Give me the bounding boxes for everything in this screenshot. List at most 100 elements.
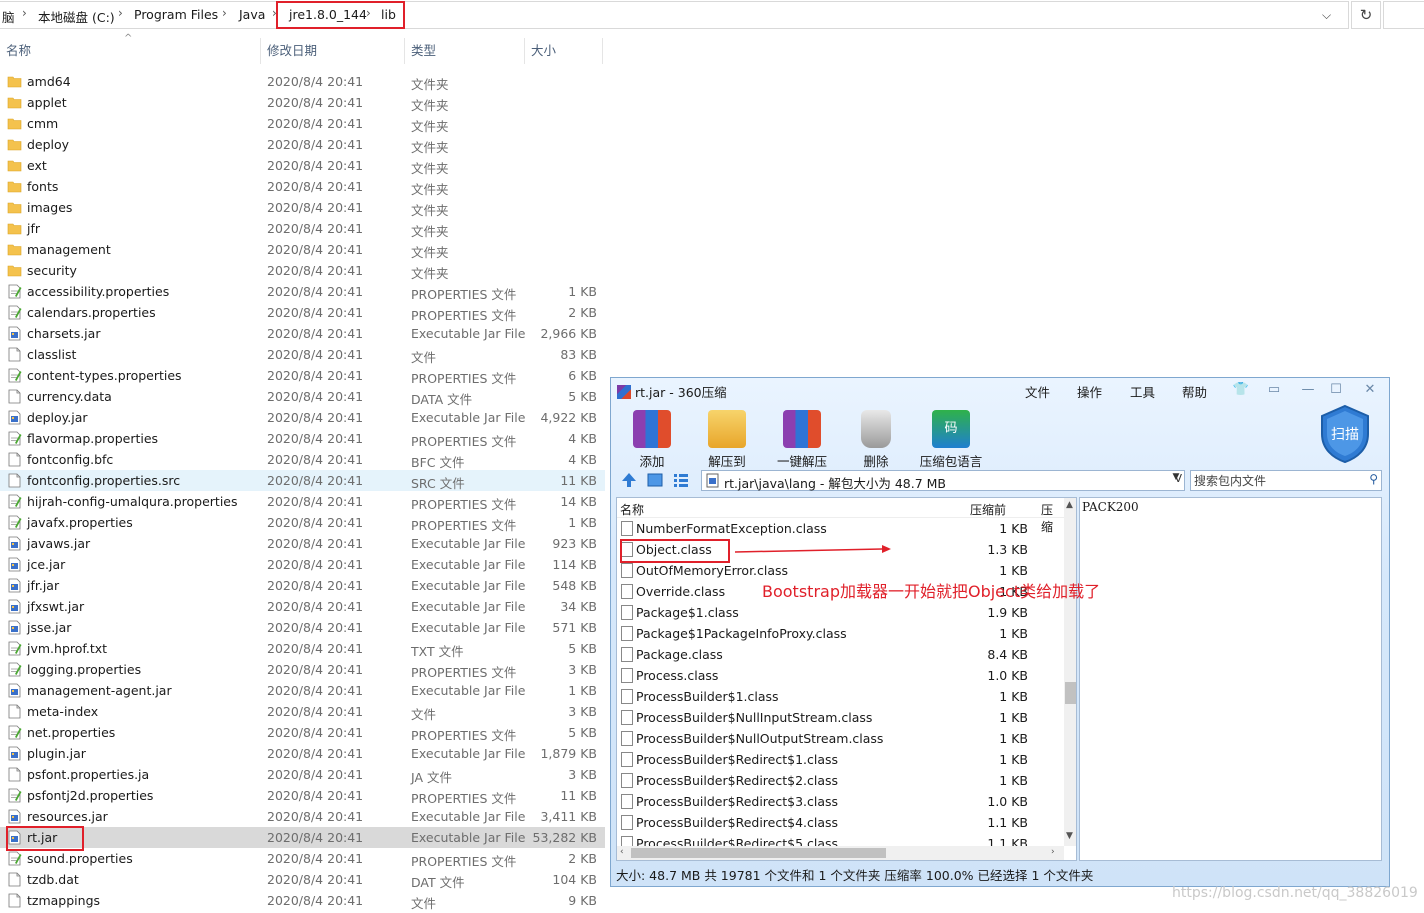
toolbar-add-button[interactable]: 添加 xyxy=(617,410,687,470)
column-divider[interactable] xyxy=(524,38,525,64)
toolbar-archive-language-button[interactable]: 码 压缩包语言 xyxy=(916,410,986,470)
file-row[interactable]: content-types.properties 2020/8/4 20:41 PR… xyxy=(0,365,605,386)
archive-row[interactable]: Package.class 8.4 KB xyxy=(617,644,1064,665)
file-row[interactable]: resources.jar 2020/8/4 20:41 Executable Ja… xyxy=(0,806,605,827)
scroll-left-icon[interactable]: ‹ xyxy=(620,847,624,857)
file-row[interactable]: jfr 2020/8/4 20:41 文件夹 xyxy=(0,218,605,239)
archive-row[interactable]: ProcessBuilder$Redirect$1.class 1 KB xyxy=(617,749,1064,770)
file-row[interactable]: jvm.hprof.txt 2020/8/4 20:41 TXT 文件 5 KB xyxy=(0,638,605,659)
file-row[interactable]: applet 2020/8/4 20:41 文件夹 xyxy=(0,92,605,113)
column-divider[interactable] xyxy=(602,38,603,64)
maximize-button[interactable]: ☐ xyxy=(1323,380,1349,400)
file-row[interactable]: deploy 2020/8/4 20:41 文件夹 xyxy=(0,134,605,155)
column-header-type[interactable]: 类型 xyxy=(411,36,436,66)
menu-file[interactable]: 文件 xyxy=(1025,382,1050,404)
file-row[interactable]: charsets.jar 2020/8/4 20:41 Executable Jar… xyxy=(0,323,605,344)
archive-row[interactable]: ProcessBuilder$Redirect$4.class 1.1 KB xyxy=(617,812,1064,833)
toolbar-delete-button[interactable]: 删除 xyxy=(841,410,911,470)
column-header-size[interactable]: 大小 xyxy=(531,36,556,66)
path-history-dropdown[interactable]: ▼ xyxy=(1168,472,1184,487)
file-row[interactable]: fontconfig.properties.src 2020/8/4 20:41 S… xyxy=(0,470,605,491)
minimize-button[interactable]: — xyxy=(1295,380,1321,400)
column-divider[interactable] xyxy=(404,38,405,64)
file-row[interactable]: psfontj2d.properties 2020/8/4 20:41 PROPER… xyxy=(0,785,605,806)
feedback-icon[interactable]: ▭ xyxy=(1261,380,1287,400)
archive-row[interactable]: ProcessBuilder$Redirect$2.class 1 KB xyxy=(617,770,1064,791)
toolbar-extract-to-button[interactable]: 解压到 xyxy=(692,410,762,470)
scroll-right-icon[interactable]: › xyxy=(1051,847,1055,857)
archive-search-box[interactable]: ⚲ xyxy=(1190,470,1382,491)
toolbar-one-click-extract-button[interactable]: 一键解压 xyxy=(767,410,837,470)
file-row[interactable]: deploy.jar 2020/8/4 20:41 Executable Jar F… xyxy=(0,407,605,428)
archive-row[interactable]: NumberFormatException.class 1 KB xyxy=(617,518,1064,539)
horizontal-scrollbar[interactable]: ‹ › xyxy=(617,846,1064,860)
file-row[interactable]: security 2020/8/4 20:41 文件夹 xyxy=(0,260,605,281)
up-folder-icon[interactable] xyxy=(620,471,638,489)
thumbnail-view-icon[interactable] xyxy=(646,471,664,489)
archive-path-field[interactable]: rt.jar\java\lang - 解包大小为 48.7 MB V xyxy=(701,470,1185,491)
address-bar[interactable]: 脑 › 本地磁盘 (C:) › Program Files › Java › j… xyxy=(0,0,1424,31)
file-row[interactable]: fonts 2020/8/4 20:41 文件夹 xyxy=(0,176,605,197)
file-row[interactable]: jsse.jar 2020/8/4 20:41 Executable Jar Fil… xyxy=(0,617,605,638)
archive-row[interactable]: Process.class 1.0 KB xyxy=(617,665,1064,686)
breadcrumb-item-pc[interactable]: 脑 xyxy=(2,7,15,26)
breadcrumb-item-drive[interactable]: 本地磁盘 (C:) xyxy=(38,7,115,26)
file-row[interactable]: logging.properties 2020/8/4 20:41 PROPERTI… xyxy=(0,659,605,680)
file-row[interactable]: hijrah-config-umalqura.properties 2020/8/… xyxy=(0,491,605,512)
list-view-icon[interactable] xyxy=(672,471,690,489)
archive-row[interactable]: Package$1PackageInfoProxy.class 1 KB xyxy=(617,623,1064,644)
file-row[interactable]: management 2020/8/4 20:41 文件夹 xyxy=(0,239,605,260)
archive-search-input[interactable] xyxy=(1191,471,1351,490)
file-row[interactable]: flavormap.properties 2020/8/4 20:41 PROPER… xyxy=(0,428,605,449)
menu-action[interactable]: 操作 xyxy=(1077,382,1102,404)
breadcrumb-item-program-files[interactable]: Program Files xyxy=(134,7,218,22)
menu-help[interactable]: 帮助 xyxy=(1182,382,1207,404)
search-box[interactable] xyxy=(1383,1,1424,29)
column-header-name[interactable]: 名称 xyxy=(6,36,31,66)
file-row[interactable]: net.properties 2020/8/4 20:41 PROPERTIES 文… xyxy=(0,722,605,743)
close-button[interactable]: ✕ xyxy=(1357,380,1383,400)
file-row[interactable]: javafx.properties 2020/8/4 20:41 PROPERTIE… xyxy=(0,512,605,533)
file-row[interactable]: amd64 2020/8/4 20:41 文件夹 xyxy=(0,71,605,92)
file-row[interactable]: images 2020/8/4 20:41 文件夹 xyxy=(0,197,605,218)
file-row[interactable]: jfr.jar 2020/8/4 20:41 Executable Jar File… xyxy=(0,575,605,596)
horizontal-scroll-thumb[interactable] xyxy=(631,848,886,858)
file-row[interactable]: sound.properties 2020/8/4 20:41 PROPERTIES… xyxy=(0,848,605,869)
file-row[interactable]: plugin.jar 2020/8/4 20:41 Executable Jar F… xyxy=(0,743,605,764)
file-row[interactable]: tzmappings 2020/8/4 20:41 文件 9 KB xyxy=(0,890,605,911)
archive-row[interactable]: ProcessBuilder$1.class 1 KB xyxy=(617,686,1064,707)
file-row[interactable]: management-agent.jar 2020/8/4 20:41 Execut… xyxy=(0,680,605,701)
file-row[interactable]: accessibility.properties 2020/8/4 20:41 PR… xyxy=(0,281,605,302)
file-row[interactable]: psfont.properties.ja 2020/8/4 20:41 JA 文件 3… xyxy=(0,764,605,785)
column-divider[interactable] xyxy=(260,38,261,64)
breadcrumb-item-java[interactable]: Java xyxy=(239,7,265,22)
skin-icon[interactable]: 👕 xyxy=(1228,380,1254,400)
vertical-scrollbar[interactable]: ▲ ▼ xyxy=(1064,498,1076,846)
archive-row[interactable]: ProcessBuilder$Redirect$3.class 1.0 KB xyxy=(617,791,1064,812)
file-row[interactable]: javaws.jar 2020/8/4 20:41 Executable Jar F… xyxy=(0,533,605,554)
file-row[interactable]: classlist 2020/8/4 20:41 文件 83 KB xyxy=(0,344,605,365)
file-row[interactable]: ext 2020/8/4 20:41 文件夹 xyxy=(0,155,605,176)
file-row[interactable]: fontconfig.bfc 2020/8/4 20:41 BFC 文件 4 KB xyxy=(0,449,605,470)
scan-shield-icon[interactable]: 扫描 xyxy=(1319,404,1371,464)
file-row[interactable]: tzdb.dat 2020/8/4 20:41 DAT 文件 104 KB xyxy=(0,869,605,890)
file-row[interactable]: jce.jar 2020/8/4 20:41 Executable Jar File… xyxy=(0,554,605,575)
scroll-up-icon[interactable]: ▲ xyxy=(1066,500,1073,510)
search-icon[interactable]: ⚲ xyxy=(1369,472,1378,486)
archive-row[interactable]: Package$1.class 1.9 KB xyxy=(617,602,1064,623)
file-row[interactable]: rt.jar 2020/8/4 20:41 Executable Jar File 5… xyxy=(0,827,605,848)
file-row[interactable]: calendars.properties 2020/8/4 20:41 PROPER… xyxy=(0,302,605,323)
refresh-button[interactable]: ↻ xyxy=(1351,1,1381,29)
vertical-scroll-thumb[interactable] xyxy=(1065,682,1076,704)
file-row[interactable]: currency.data 2020/8/4 20:41 DATA 文件 5 KB xyxy=(0,386,605,407)
archive-row[interactable]: ProcessBuilder$NullInputStream.class 1 KB xyxy=(617,707,1064,728)
file-row[interactable]: cmm 2020/8/4 20:41 文件夹 xyxy=(0,113,605,134)
file-row[interactable]: meta-index 2020/8/4 20:41 文件 3 KB xyxy=(0,701,605,722)
column-header-date[interactable]: 修改日期 xyxy=(267,36,317,66)
archive-row[interactable]: ProcessBuilder$NullOutputStream.class 1 K… xyxy=(617,728,1064,749)
scroll-down-icon[interactable]: ▼ xyxy=(1066,831,1073,841)
file-row[interactable]: jfxswt.jar 2020/8/4 20:41 Executable Jar F… xyxy=(0,596,605,617)
menu-tools[interactable]: 工具 xyxy=(1130,382,1155,404)
archive-column-size[interactable]: 压缩前 xyxy=(970,501,1006,518)
chevron-down-icon[interactable]: ⌵ xyxy=(1322,8,1331,23)
